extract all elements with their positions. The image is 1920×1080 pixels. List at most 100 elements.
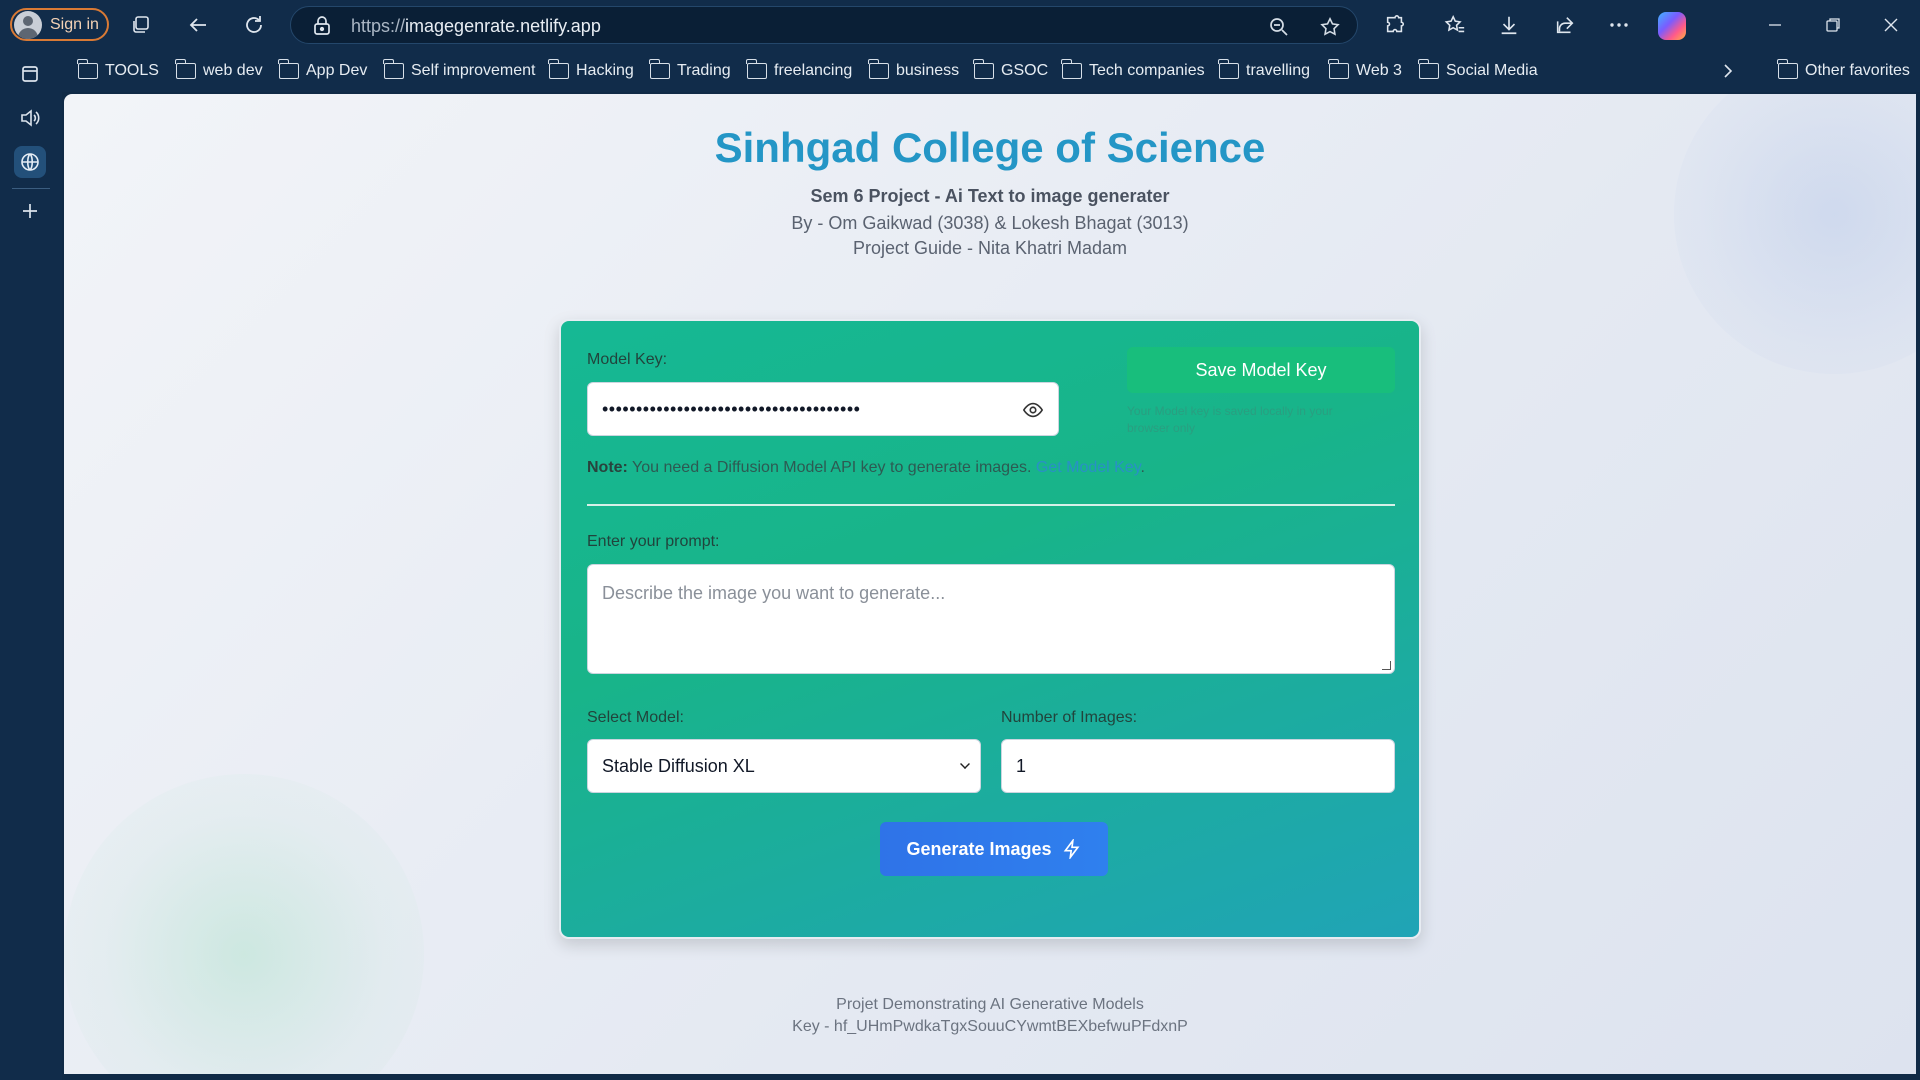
prompt-textarea[interactable]: Describe the image you want to generate.… [587, 564, 1395, 674]
folder-icon [973, 59, 994, 79]
url-protocol: https:// [351, 16, 406, 36]
web-page: Sinhgad College of Science Sem 6 Project… [64, 94, 1916, 1074]
bookmark-label: freelancing [774, 62, 853, 79]
footer-line-2: Key - hf_UHmPwdkaTgxSouuCYwmtBEXbefwuPFd… [792, 1018, 1188, 1035]
prompt-placeholder: Describe the image you want to generate.… [602, 583, 946, 603]
resize-handle-icon[interactable] [1382, 661, 1391, 670]
browser-titlebar: Sign in https://imagegenrate.netlify.app [0, 0, 1920, 50]
page-footer: Projet Demonstrating AI Generative Model… [64, 994, 1916, 1038]
model-key-value: •••••••••••••••••••••••••••••••••••••• [602, 398, 861, 419]
share-icon[interactable] [1550, 10, 1580, 40]
bookmark-folder-app-dev[interactable]: App Dev [278, 59, 367, 83]
bookmark-folder-freelancing[interactable]: freelancing [746, 59, 853, 83]
bookmark-label: Self improvement [411, 62, 536, 79]
bookmark-label: Other favorites [1805, 62, 1910, 79]
page-subtitle: Sem 6 Project - Ai Text to image generat… [810, 186, 1170, 206]
folder-icon [548, 59, 569, 79]
bookmark-label: TOOLS [105, 62, 159, 79]
avatar [14, 10, 42, 39]
bookmark-label: GSOC [1001, 62, 1049, 79]
add-icon[interactable] [14, 195, 46, 227]
bookmark-folder-tech-companies[interactable]: Tech companies [1061, 59, 1205, 83]
copilot-icon[interactable] [1658, 12, 1686, 40]
read-aloud-icon[interactable] [14, 102, 46, 134]
number-of-images-input[interactable]: 1 [1001, 739, 1395, 793]
back-icon[interactable] [183, 10, 213, 40]
footer-line-1: Projet Demonstrating AI Generative Model… [836, 996, 1144, 1013]
restore-icon[interactable] [1818, 10, 1848, 40]
bookmark-folder-gsoc[interactable]: GSOC [973, 59, 1049, 83]
favorites-icon[interactable] [1440, 10, 1470, 40]
url-text[interactable]: https://imagegenrate.netlify.app [351, 16, 601, 37]
page-title: Sinhgad College of Science [714, 124, 1266, 171]
divider [587, 504, 1395, 506]
folder-icon [746, 59, 767, 79]
bookmark-folder-web3[interactable]: Web 3 [1328, 59, 1402, 83]
sidebar-rail [0, 50, 62, 1080]
bookmark-folder-social-media[interactable]: Social Media [1418, 59, 1538, 83]
guide-line: Project Guide - Nita Khatri Madam [852, 238, 1128, 258]
prompt-label: Enter your prompt: [587, 533, 720, 550]
chevron-down-icon [960, 759, 970, 769]
save-model-key-button[interactable]: Save Model Key [1127, 347, 1395, 393]
folder-icon [278, 59, 299, 79]
eye-icon[interactable] [1022, 399, 1044, 421]
bookmark-folder-business[interactable]: business [868, 59, 960, 83]
extensions-icon[interactable] [1380, 10, 1410, 40]
generate-images-button[interactable]: Generate Images [880, 822, 1108, 876]
bookmark-label: business [896, 62, 960, 79]
note-suffix: . [1140, 459, 1145, 476]
tabs-icon[interactable] [126, 10, 156, 40]
folder-icon [1777, 59, 1798, 79]
tab-actions-icon[interactable] [14, 58, 46, 90]
lock-icon[interactable] [313, 16, 331, 36]
model-key-label: Model Key: [587, 351, 668, 368]
folder-icon [1418, 59, 1439, 79]
sign-in-label: Sign in [50, 15, 99, 33]
bookmark-folder-web-dev[interactable]: web dev [175, 59, 263, 83]
save-note: Your Model key is saved locally in your … [1127, 404, 1333, 435]
folder-icon [1328, 59, 1349, 79]
url-host: imagegenrate.netlify.app [405, 16, 601, 36]
sign-in-button[interactable]: Sign in [10, 8, 109, 41]
zoom-out-icon[interactable] [1266, 14, 1292, 40]
generate-images-label: Generate Images [906, 838, 1052, 859]
bookmark-label: Tech companies [1089, 62, 1205, 79]
bookmark-folder-travelling[interactable]: travelling [1218, 59, 1311, 83]
bookmark-folder-other-favorites[interactable]: Other favorites [1777, 59, 1910, 83]
download-icon[interactable] [1494, 10, 1524, 40]
bookmark-folder-hacking[interactable]: Hacking [548, 59, 634, 83]
model-key-input[interactable]: •••••••••••••••••••••••••••••••••••••• [587, 382, 1059, 436]
bookmark-folder-trading[interactable]: Trading [649, 59, 731, 83]
close-icon[interactable] [1876, 10, 1906, 40]
globe-icon[interactable] [14, 146, 46, 178]
bookmark-label: Social Media [1446, 62, 1538, 79]
lightning-icon [1063, 839, 1080, 859]
folder-icon [175, 59, 196, 79]
note-text: You need a Diffusion Model API key to ge… [627, 459, 1036, 476]
rail-divider [12, 188, 50, 189]
address-bar[interactable]: https://imagegenrate.netlify.app [290, 6, 1358, 44]
model-select[interactable]: Stable Diffusion XL [587, 739, 981, 793]
number-of-images-value: 1 [1016, 755, 1027, 776]
bookmark-folder-tools[interactable]: TOOLS [77, 59, 159, 83]
get-model-key-link[interactable]: Get Model Key [1036, 459, 1141, 476]
select-model-label: Select Model: [587, 709, 684, 726]
bookmark-label: travelling [1246, 62, 1311, 79]
bookmark-label: web dev [203, 62, 263, 79]
bookmarks-bar: TOOLS web dev App Dev Self improvement H… [0, 50, 1920, 92]
folder-icon [383, 59, 404, 79]
bookmarks-overflow-chevron-icon[interactable] [1720, 59, 1736, 83]
bookmark-folder-self-improvement[interactable]: Self improvement [383, 59, 536, 83]
star-icon[interactable] [1317, 14, 1343, 40]
bookmark-label: Hacking [576, 62, 634, 79]
api-key-note: Note: You need a Diffusion Model API key… [587, 459, 1145, 477]
folder-icon [1218, 59, 1239, 79]
folder-icon [1061, 59, 1082, 79]
folder-icon [649, 59, 670, 79]
minimize-icon[interactable] [1760, 10, 1790, 40]
refresh-icon[interactable] [239, 10, 269, 40]
more-icon[interactable] [1604, 10, 1634, 40]
bookmark-label: Trading [677, 62, 731, 79]
folder-icon [77, 59, 98, 79]
